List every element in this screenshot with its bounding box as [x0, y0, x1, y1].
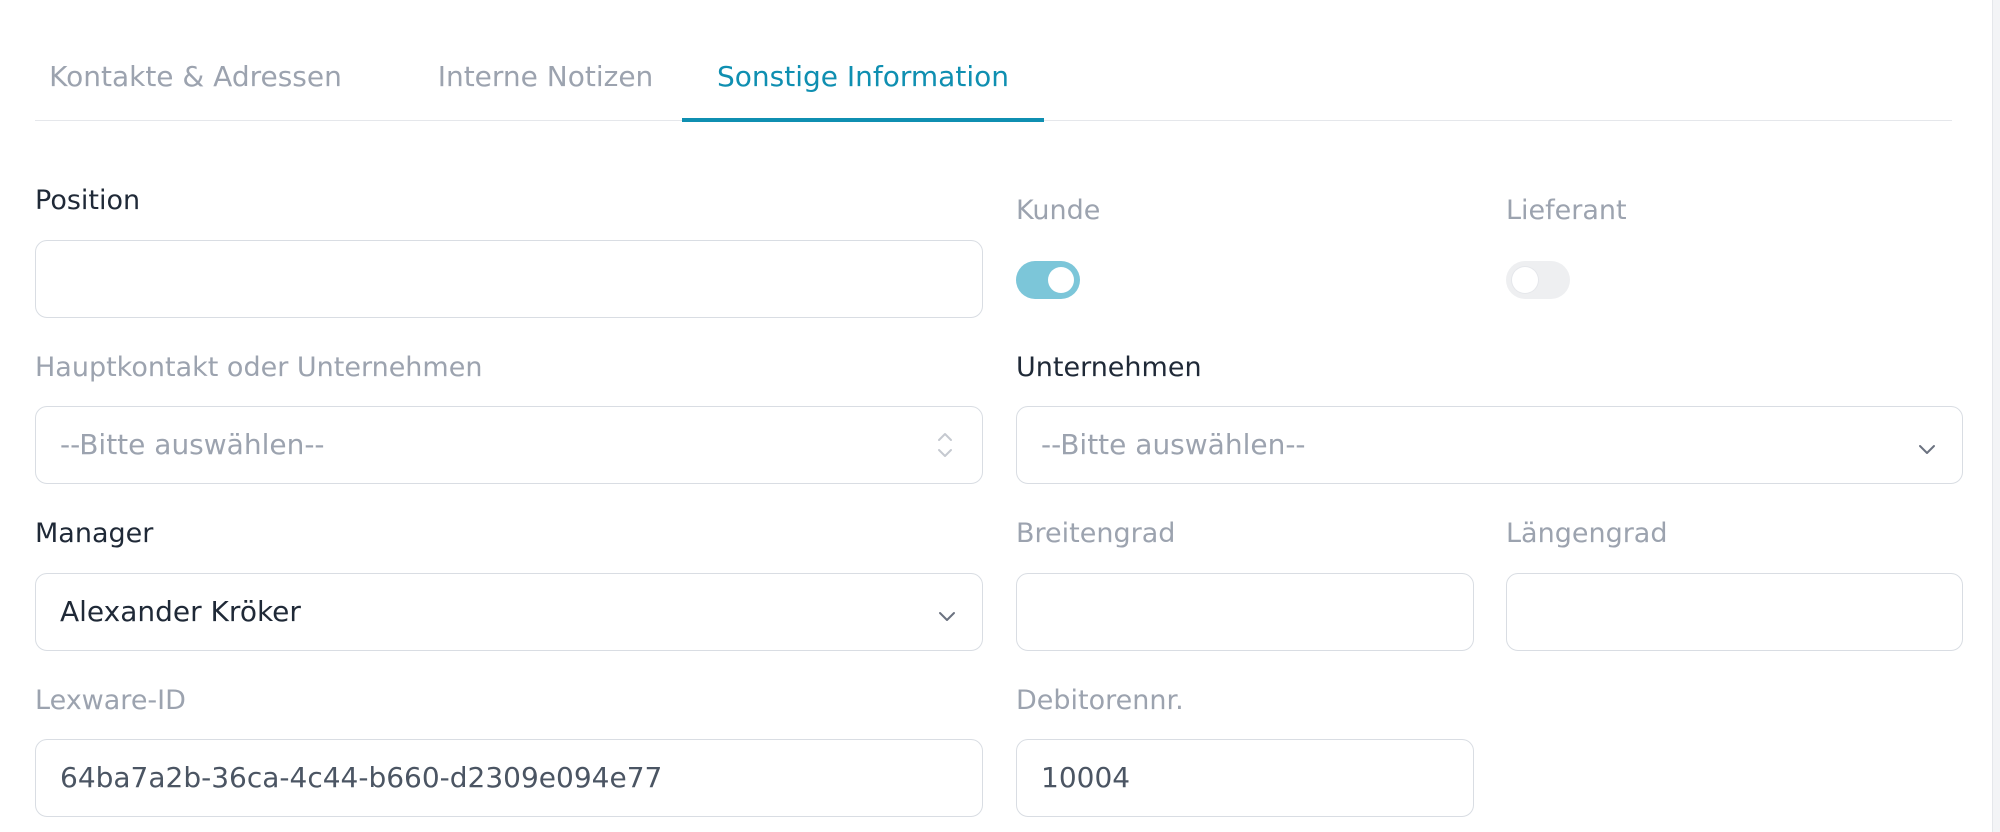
toggle-knob: [1512, 267, 1538, 293]
kunde-label: Kunde: [1016, 195, 1101, 226]
position-label: Position: [35, 185, 141, 216]
chevron-up-down-icon: [938, 433, 952, 457]
debitorennr-input[interactable]: 10004: [1016, 739, 1474, 817]
debitorennr-value: 10004: [1041, 761, 1131, 794]
unternehmen-select[interactable]: --Bitte auswählen--: [1016, 406, 1963, 484]
chevron-down-icon: [1919, 445, 1935, 454]
tab-sonstige-information[interactable]: Sonstige Information: [682, 45, 1044, 122]
lieferant-toggle[interactable]: [1506, 261, 1570, 299]
position-input[interactable]: [35, 240, 983, 318]
hauptkontakt-select[interactable]: --Bitte auswählen--: [35, 406, 983, 484]
form-panel: Kontakte & Adressen Interne Notizen Sons…: [0, 0, 1993, 832]
manager-label: Manager: [35, 518, 154, 549]
tab-kontakte-adressen[interactable]: Kontakte & Adressen: [35, 45, 356, 121]
lexware-id-label: Lexware-ID: [35, 685, 186, 716]
manager-select[interactable]: Alexander Kröker: [35, 573, 983, 651]
breitengrad-label: Breitengrad: [1016, 518, 1176, 549]
breitengrad-input[interactable]: [1016, 573, 1474, 651]
manager-value: Alexander Kröker: [60, 595, 301, 628]
lexware-id-value: 64ba7a2b-36ca-4c44-b660-d2309e094e77: [60, 761, 663, 794]
lieferant-label: Lieferant: [1506, 195, 1627, 226]
kunde-toggle[interactable]: [1016, 261, 1080, 299]
toggle-knob: [1048, 267, 1074, 293]
unternehmen-placeholder: --Bitte auswählen--: [1041, 428, 1306, 461]
laengengrad-input[interactable]: [1506, 573, 1963, 651]
laengengrad-label: Längengrad: [1506, 518, 1668, 549]
tab-bar: Kontakte & Adressen Interne Notizen Sons…: [35, 45, 1952, 122]
chevron-down-icon: [939, 612, 955, 621]
unternehmen-label: Unternehmen: [1016, 352, 1202, 383]
lexware-id-input[interactable]: 64ba7a2b-36ca-4c44-b660-d2309e094e77: [35, 739, 983, 817]
debitorennr-label: Debitorennr.: [1016, 685, 1184, 716]
hauptkontakt-placeholder: --Bitte auswählen--: [60, 428, 325, 461]
hauptkontakt-label: Hauptkontakt oder Unternehmen: [35, 352, 483, 383]
tab-interne-notizen[interactable]: Interne Notizen: [414, 45, 677, 121]
